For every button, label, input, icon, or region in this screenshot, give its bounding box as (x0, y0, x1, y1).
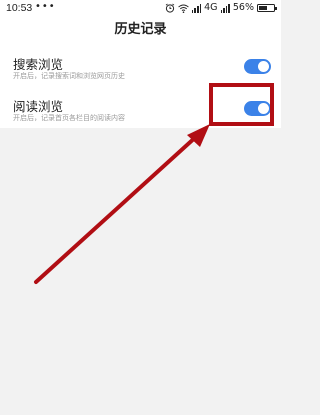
annotation-arrow (34, 124, 210, 284)
